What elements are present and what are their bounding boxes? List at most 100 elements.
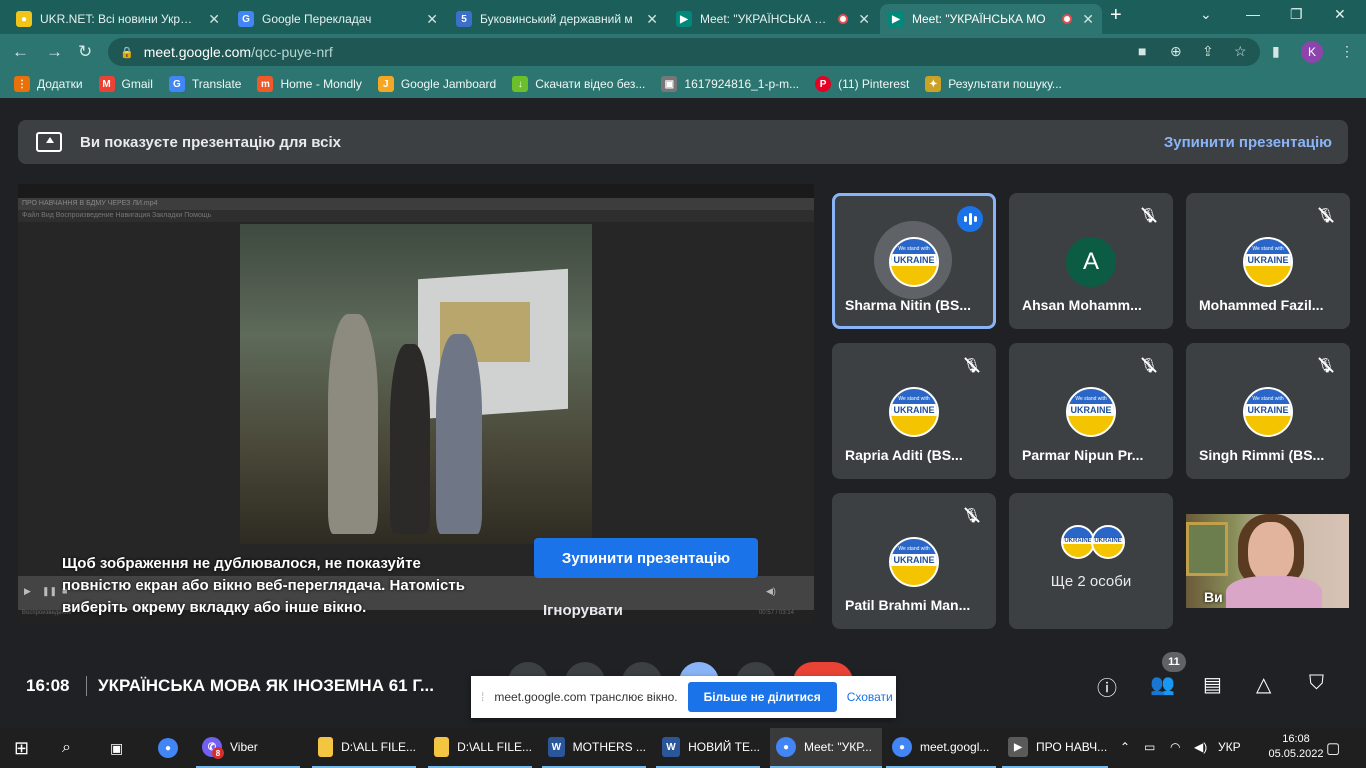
ignore-button[interactable]: Ігнорувати: [543, 602, 623, 619]
hide-button[interactable]: Сховати: [847, 690, 893, 704]
camera-icon[interactable]: ■: [1138, 43, 1146, 59]
more-people-label: Ще 2 особи: [1050, 573, 1132, 590]
info-icon[interactable]: ⓘ: [1097, 672, 1117, 701]
participant-tile[interactable]: We stand with UKRAINE 🎙 Parmar Nipun Pr..…: [1009, 343, 1173, 479]
self-view-tile[interactable]: Ви: [1186, 514, 1349, 608]
participant-name: Rapria Aditi (BS...: [845, 447, 963, 463]
close-icon[interactable]: ✕: [858, 11, 870, 28]
participant-tile[interactable]: We stand with UKRAINE Sharma Nitin (BS...: [832, 193, 996, 329]
participant-tile[interactable]: We stand with UKRAINE 🎙 Singh Rimmi (BS..…: [1186, 343, 1350, 479]
browser-tab-meet-active[interactable]: ▶ Meet: "УКРАЇНСЬКА МО ✕: [880, 4, 1102, 34]
close-icon[interactable]: ✕: [1082, 11, 1094, 28]
new-tab-button[interactable]: +: [1110, 4, 1122, 27]
window-close-icon[interactable]: ✕: [1334, 6, 1346, 23]
meet-area: Ви показуєте презентацію для всіх Зупини…: [0, 98, 1366, 728]
player-title: ПРО НАВЧАННЯ В БДМУ ЧЕРЕЗ ЛИ.mp4: [18, 198, 814, 210]
share-icon[interactable]: ⇪: [1202, 43, 1214, 60]
taskbar-chrome-meet[interactable]: ● Meet: "УКР...: [770, 728, 882, 768]
notifications-icon[interactable]: ▢: [1326, 728, 1340, 768]
bookmark-jamboard[interactable]: J Google Jamboard: [377, 76, 496, 92]
bookmark-label: Результати пошуку...: [948, 77, 1062, 91]
restore-icon[interactable]: ❐: [1290, 6, 1303, 23]
stop-sharing-button[interactable]: Більше не ділитися: [687, 682, 837, 712]
task-view-icon[interactable]: ▣: [110, 728, 123, 768]
ukraine-avatar: We stand with UKRAINE: [1243, 237, 1293, 287]
more-participants-tile[interactable]: UKRAINE UKRAINE Ще 2 особи: [1009, 493, 1173, 629]
minimize-icon[interactable]: —: [1246, 6, 1260, 22]
wifi-icon[interactable]: ◠: [1170, 740, 1180, 754]
battery-icon[interactable]: ▭: [1144, 740, 1155, 754]
windows-start-icon[interactable]: ⊞: [14, 728, 29, 768]
participant-name: Patil Brahmi Man...: [845, 597, 971, 613]
meet-icon: ▶: [888, 11, 904, 27]
language-indicator[interactable]: УКР: [1218, 740, 1241, 754]
participant-tile[interactable]: We stand with UKRAINE 🎙 Patil Brahmi Man.…: [832, 493, 996, 629]
banner-stop-presenting-button[interactable]: Зупинити презентацію: [1164, 134, 1332, 151]
taskbar-folder-2[interactable]: D:\ALL FILE...: [428, 728, 532, 768]
bookmark-download[interactable]: ↓ Скачати відео без...: [512, 76, 645, 92]
taskbar-media-player[interactable]: ▶ ПРО НАВЧ...: [1002, 728, 1108, 768]
taskbar-word-mothers[interactable]: W MOTHERS ...: [542, 728, 646, 768]
bookmark-label: Скачати відео без...: [535, 77, 646, 91]
bookmark-translate[interactable]: G Translate: [168, 76, 241, 92]
back-arrow-icon[interactable]: ←: [12, 42, 29, 62]
close-icon[interactable]: ✕: [646, 11, 658, 28]
browser-tab-translate[interactable]: G Google Перекладач ✕: [230, 4, 446, 34]
pause-icon[interactable]: ❚❚: [42, 586, 57, 597]
taskbar-word-new[interactable]: W НОВИЙ ТЕ...: [656, 728, 760, 768]
bookmark-label: (11) Pinterest: [838, 77, 910, 91]
url-bar[interactable]: 🔒 meet.google.com/qcc-puye-nrf: [108, 38, 1260, 66]
chevron-up-icon[interactable]: ⌃: [1120, 740, 1130, 754]
banner-text: Ви показуєте презентацію для всіх: [80, 133, 341, 151]
bookmark-star-icon[interactable]: ☆: [1234, 43, 1247, 60]
bookmark-gmail[interactable]: M Gmail: [98, 76, 153, 92]
host-controls-icon[interactable]: ⛉: [1309, 672, 1324, 695]
browser-tab-university[interactable]: 5 Буковинський державний м ✕: [448, 4, 666, 34]
volume-icon[interactable]: ◀): [766, 586, 776, 597]
mic-off-icon: 🎙: [1139, 355, 1159, 375]
volume-icon[interactable]: ◀): [1194, 740, 1207, 754]
taskbar-chrome-pinned[interactable]: ●: [158, 728, 186, 768]
taskbar-chrome-share[interactable]: ● meet.googl...: [886, 728, 996, 768]
side-panel-icon[interactable]: ▮: [1272, 43, 1280, 60]
translate-icon: G: [168, 76, 185, 92]
reload-icon[interactable]: ↻: [78, 42, 92, 62]
close-icon[interactable]: ✕: [426, 11, 438, 28]
stop-presenting-button[interactable]: Зупинити презентацію: [534, 538, 758, 578]
people-icon[interactable]: 👥: [1150, 672, 1175, 697]
browser-tab-ukrnet[interactable]: ● UKR.NET: Всі новини України ✕: [8, 4, 228, 34]
forward-arrow-icon[interactable]: →: [46, 42, 63, 62]
taskbar-clock[interactable]: 16:08 05.05.2022: [1266, 732, 1326, 762]
drag-handle-icon[interactable]: ⁞: [481, 690, 484, 704]
participant-tile[interactable]: We stand with UKRAINE 🎙 Rapria Aditi (BS.…: [832, 343, 996, 479]
zoom-icon[interactable]: ⊕: [1170, 43, 1182, 60]
browser-tab-bar: ● UKR.NET: Всі новини України ✕ G Google…: [0, 0, 1366, 34]
bookmark-mondly[interactable]: m Home - Mondly: [257, 76, 362, 92]
recording-icon: [1062, 14, 1073, 24]
speaking-indicator-icon: [957, 206, 983, 232]
notification-badge: 8: [212, 747, 224, 759]
chat-icon[interactable]: ▤: [1203, 672, 1222, 697]
participants-count-badge: 11: [1162, 652, 1186, 672]
bookmark-apps[interactable]: ⋮ Додатки: [14, 76, 83, 92]
bookmark-search-results[interactable]: ✦ Результати пошуку...: [925, 76, 1062, 92]
profile-avatar[interactable]: K: [1301, 41, 1323, 63]
taskbar-folder-1[interactable]: D:\ALL FILE...: [312, 728, 416, 768]
search-icon[interactable]: ⌕: [62, 728, 71, 768]
recording-icon: [838, 14, 849, 24]
participant-tile[interactable]: We stand with UKRAINE 🎙 Mohammed Fazil...: [1186, 193, 1350, 329]
bookmark-pinterest[interactable]: P (11) Pinterest: [815, 76, 909, 92]
browser-tab-meet-1[interactable]: ▶ Meet: "УКРАЇНСЬКА МО ✕: [668, 4, 878, 34]
participant-name: Sharma Nitin (BS...: [845, 297, 972, 313]
participant-tile[interactable]: A 🎙 Ahsan Mohamm...: [1009, 193, 1173, 329]
person-silhouette: [436, 334, 482, 534]
bookmark-image[interactable]: ▣ 1617924816_1-p-m...: [661, 76, 799, 92]
close-icon[interactable]: ✕: [208, 11, 220, 28]
image-icon: ▣: [661, 76, 678, 92]
meeting-title: УКРАЇНСЬКА МОВА ЯК ІНОЗЕМНА 61 Г...: [98, 676, 435, 695]
activities-icon[interactable]: △: [1256, 672, 1271, 697]
taskbar-viber[interactable]: ✆ 8 Viber: [196, 728, 300, 768]
play-icon[interactable]: ▶: [24, 586, 31, 597]
tab-search-icon[interactable]: ⌄: [1200, 6, 1212, 23]
menu-dots-icon[interactable]: ⋮: [1340, 43, 1354, 60]
